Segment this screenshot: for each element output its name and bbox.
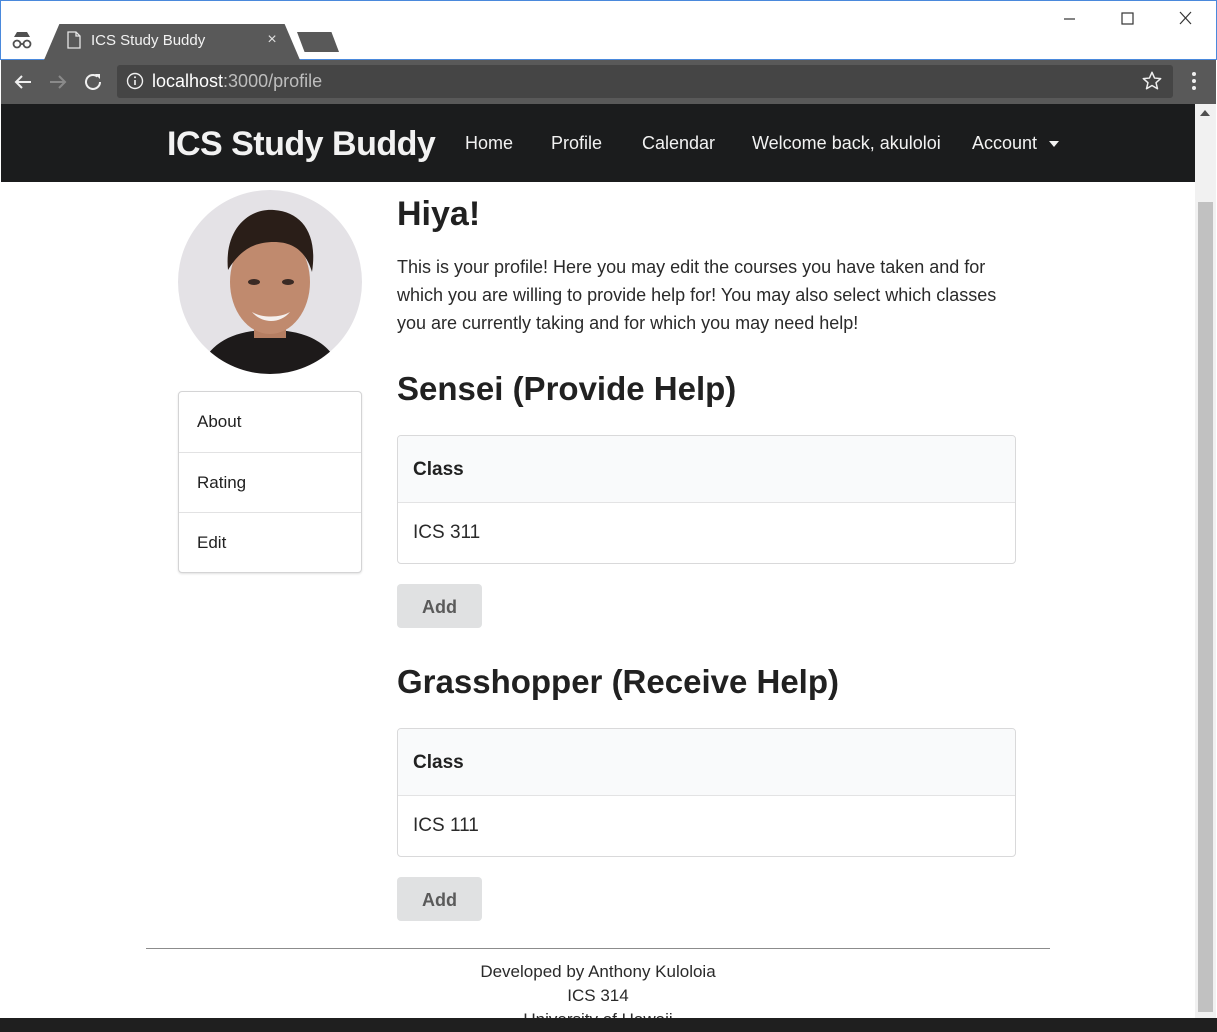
side-menu-rating[interactable]: Rating [179,452,361,512]
forward-arrow-icon[interactable] [46,70,70,94]
table-header-class: Class [398,729,1015,796]
table-row: ICS 311 [413,522,481,543]
table-header-class: Class [398,436,1015,503]
kebab-menu-icon[interactable] [1186,70,1202,92]
side-menu-about[interactable]: About [179,392,361,452]
side-menu-edit[interactable]: Edit [179,512,361,572]
nav-link-calendar[interactable]: Calendar [642,132,715,154]
footer-divider [146,948,1050,949]
maximize-icon[interactable] [1112,6,1142,32]
url-text[interactable]: localhost:3000/profile [152,70,322,92]
nav-link-home[interactable]: Home [465,132,513,154]
url-host: localhost [152,71,224,91]
table-row: ICS 111 [413,815,479,836]
caret-down-icon[interactable] [1049,141,1059,147]
scrollbar-thumb[interactable] [1198,202,1213,1012]
footer-course: ICS 314 [567,986,629,1005]
brand-logo[interactable]: ICS Study Buddy [167,124,436,164]
tab-close-icon[interactable]: × [264,30,280,50]
profile-avatar [178,190,362,374]
grasshopper-add-button[interactable]: Add [397,877,482,921]
nav-link-profile[interactable]: Profile [551,132,602,154]
nav-account-dropdown[interactable]: Account [972,132,1037,154]
intro-paragraph: This is your profile! Here you may edit … [397,257,997,333]
incognito-icon [12,32,32,49]
os-taskbar [0,1018,1217,1032]
grasshopper-class-table: Class ICS 111 [397,728,1016,857]
back-arrow-icon[interactable] [11,70,35,94]
profile-side-menu: About Rating Edit [178,391,362,573]
sensei-add-button[interactable]: Add [397,584,482,628]
bookmark-star-icon[interactable] [1141,70,1163,92]
sensei-class-table: Class ICS 311 [397,435,1016,564]
scroll-up-arrow-icon[interactable] [1200,110,1210,116]
url-path: :3000/profile [223,71,323,91]
avatar-portrait [178,190,362,374]
sensei-heading: Sensei (Provide Help) [397,370,737,407]
info-icon[interactable] [126,72,144,90]
nav-welcome-text: Welcome back, akuloloi [752,133,941,153]
page-title: Hiya! [397,195,481,233]
minimize-icon[interactable] [1054,6,1084,32]
close-window-icon[interactable] [1170,6,1200,32]
tab-title: ICS Study Buddy [91,32,206,49]
reload-icon[interactable] [81,70,105,94]
footer-credit: Developed by Anthony Kuloloia [480,962,716,981]
document-icon [67,31,81,49]
grasshopper-heading: Grasshopper (Receive Help) [397,663,839,700]
